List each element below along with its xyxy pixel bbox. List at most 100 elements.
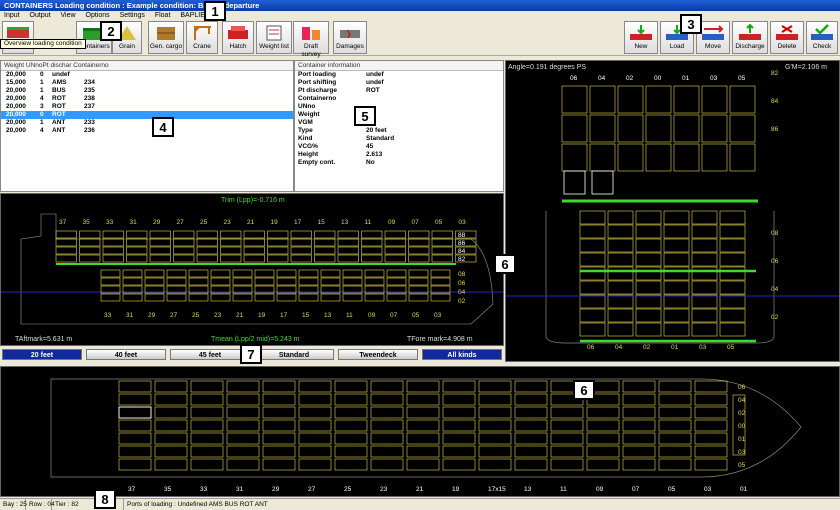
info-value: undef [366, 71, 384, 78]
container-info-header: Container information [295, 61, 503, 71]
info-row: Weight [298, 111, 503, 119]
plan-slot [154, 393, 188, 406]
bay-label: 11 [346, 312, 353, 319]
plan-slot [154, 458, 188, 471]
deck-slot [645, 143, 672, 172]
filter-all-kinds[interactable]: All kinds [422, 349, 502, 360]
deck-slot [126, 246, 148, 255]
overview-button[interactable] [2, 21, 34, 54]
callout-5: 5 [354, 106, 376, 126]
hold-slot [691, 252, 718, 267]
container-row[interactable]: 20,000 1 ANT 233 [1, 119, 293, 127]
plan-slot [658, 406, 692, 419]
menu-baplie[interactable]: BAPLIE [180, 12, 205, 19]
bay-label: 21 [416, 486, 424, 493]
deck-slot [149, 230, 171, 239]
row-label: 03 [699, 344, 707, 351]
filter-45-feet[interactable]: 45 feet [170, 349, 250, 360]
hold-slot [635, 280, 662, 295]
discharge-button[interactable]: Discharge [732, 21, 768, 54]
hold-slot [210, 293, 231, 302]
row-label: 03 [710, 75, 718, 82]
menu-settings[interactable]: Settings [120, 12, 145, 19]
hold-slot [579, 280, 606, 295]
bay-label: 07 [412, 219, 420, 226]
hold-slot [579, 210, 606, 225]
menu-view[interactable]: View [61, 12, 76, 19]
plan-slot [406, 406, 440, 419]
hold-slot [607, 322, 634, 337]
move-icon [702, 25, 724, 40]
menu-options[interactable]: Options [86, 12, 110, 19]
bay-label: 19 [271, 219, 279, 226]
deck-slot [729, 114, 756, 143]
tier-label: 88 [458, 232, 466, 239]
cell-port: ROT [52, 103, 66, 110]
new-button[interactable]: New [624, 21, 658, 54]
plan-slot [550, 406, 584, 419]
hold-slot [276, 293, 297, 302]
info-row: VCG% 45 [298, 143, 503, 151]
container-list[interactable]: Weight UNnoPt dischar Containerno 20,000… [0, 60, 294, 192]
status-ports: Ports of loading : Undefined AMS BUS ROT… [127, 501, 268, 508]
plan-slot [658, 393, 692, 406]
section-view[interactable]: Angle=0.191 degrees PS G'M=2.106 m 06 04 02 0… [505, 60, 840, 362]
bay-label: 05 [435, 219, 443, 226]
menu-output[interactable]: Output [30, 12, 51, 19]
container-row[interactable]: 20,000 4 ROT 238 [1, 95, 293, 103]
cell-un: 0 [40, 111, 44, 118]
check-button[interactable]: Check [806, 21, 838, 54]
filter-tweendeck[interactable]: Tweendeck [338, 349, 418, 360]
container-row[interactable]: 20,000 0 ROT [1, 111, 293, 119]
deck-slot [431, 254, 453, 263]
weight-list-button[interactable]: Weight list [256, 21, 292, 54]
cell-no: 234 [84, 79, 95, 86]
plan-slot [226, 445, 260, 458]
crane-button[interactable]: Crane [186, 21, 218, 54]
menu-float[interactable]: Float [155, 12, 171, 19]
info-row: Port shifting undef [298, 79, 503, 87]
container-row[interactable]: 20,000 3 ROT 237 [1, 103, 293, 111]
plan-view[interactable]: 37 35 33 31 29 27 25 23 21 19 17x15 13 11 09 07 05 03 01 0… [0, 366, 840, 497]
hold-slot [386, 277, 407, 286]
draft-survey-button[interactable]: Draft survey [293, 21, 329, 58]
hatch-button[interactable]: Hatch [222, 21, 254, 54]
hold-slot [607, 266, 634, 281]
filter-40-feet[interactable]: 40 feet [86, 349, 166, 360]
bay-label: 03 [704, 486, 712, 493]
filter-20-feet[interactable]: 20 feet [2, 349, 82, 360]
plan-view-drawing: 37 35 33 31 29 27 25 23 21 19 17x15 13 11 09 07 05 03 01 0… [50, 378, 802, 493]
deck-slot [290, 254, 312, 263]
cell-weight: 20,000 [6, 119, 26, 126]
plan-slot [586, 445, 620, 458]
info-value: undef [366, 79, 384, 86]
cell-no: 235 [84, 87, 95, 94]
hold-slot [342, 269, 363, 278]
container-row[interactable]: 15,000 1 AMS 234 [1, 79, 293, 87]
plan-slot [478, 458, 512, 471]
tier-label: 82 [458, 256, 466, 263]
menu-input[interactable]: Input [4, 12, 20, 19]
deck-slot [267, 230, 289, 239]
plan-slot [514, 406, 548, 419]
bay-label: 19 [452, 486, 460, 493]
bay-label: 27 [170, 312, 178, 319]
damages-button[interactable]: Damages [333, 21, 367, 54]
info-row: Pt discharge ROT [298, 87, 503, 95]
hold-slot [430, 293, 451, 302]
delete-button[interactable]: Delete [770, 21, 804, 54]
container-row[interactable]: 20,000 0 undef [1, 71, 293, 79]
hold-slot [579, 238, 606, 253]
container-row[interactable]: 20,000 1 BUS 235 [1, 87, 293, 95]
tmean-readout: Tmean (Lpp/2 mid)=5.243 m [211, 336, 300, 343]
filter-standard[interactable]: Standard [254, 349, 334, 360]
container-row[interactable]: 20,000 4 ANT 236 [1, 127, 293, 135]
hold-slot [232, 269, 253, 278]
deck-slot [589, 114, 616, 143]
plan-slot [190, 445, 224, 458]
discharge-icon [739, 24, 761, 40]
deck-slot [220, 246, 242, 255]
gen-cargo-button[interactable]: Gen. cargo [148, 21, 184, 54]
deck-slot [267, 254, 289, 263]
side-view[interactable]: Trim (Lpp)=-0.716 m 37 35 33 31 29 27 25 23 21 19 1… [0, 193, 504, 346]
